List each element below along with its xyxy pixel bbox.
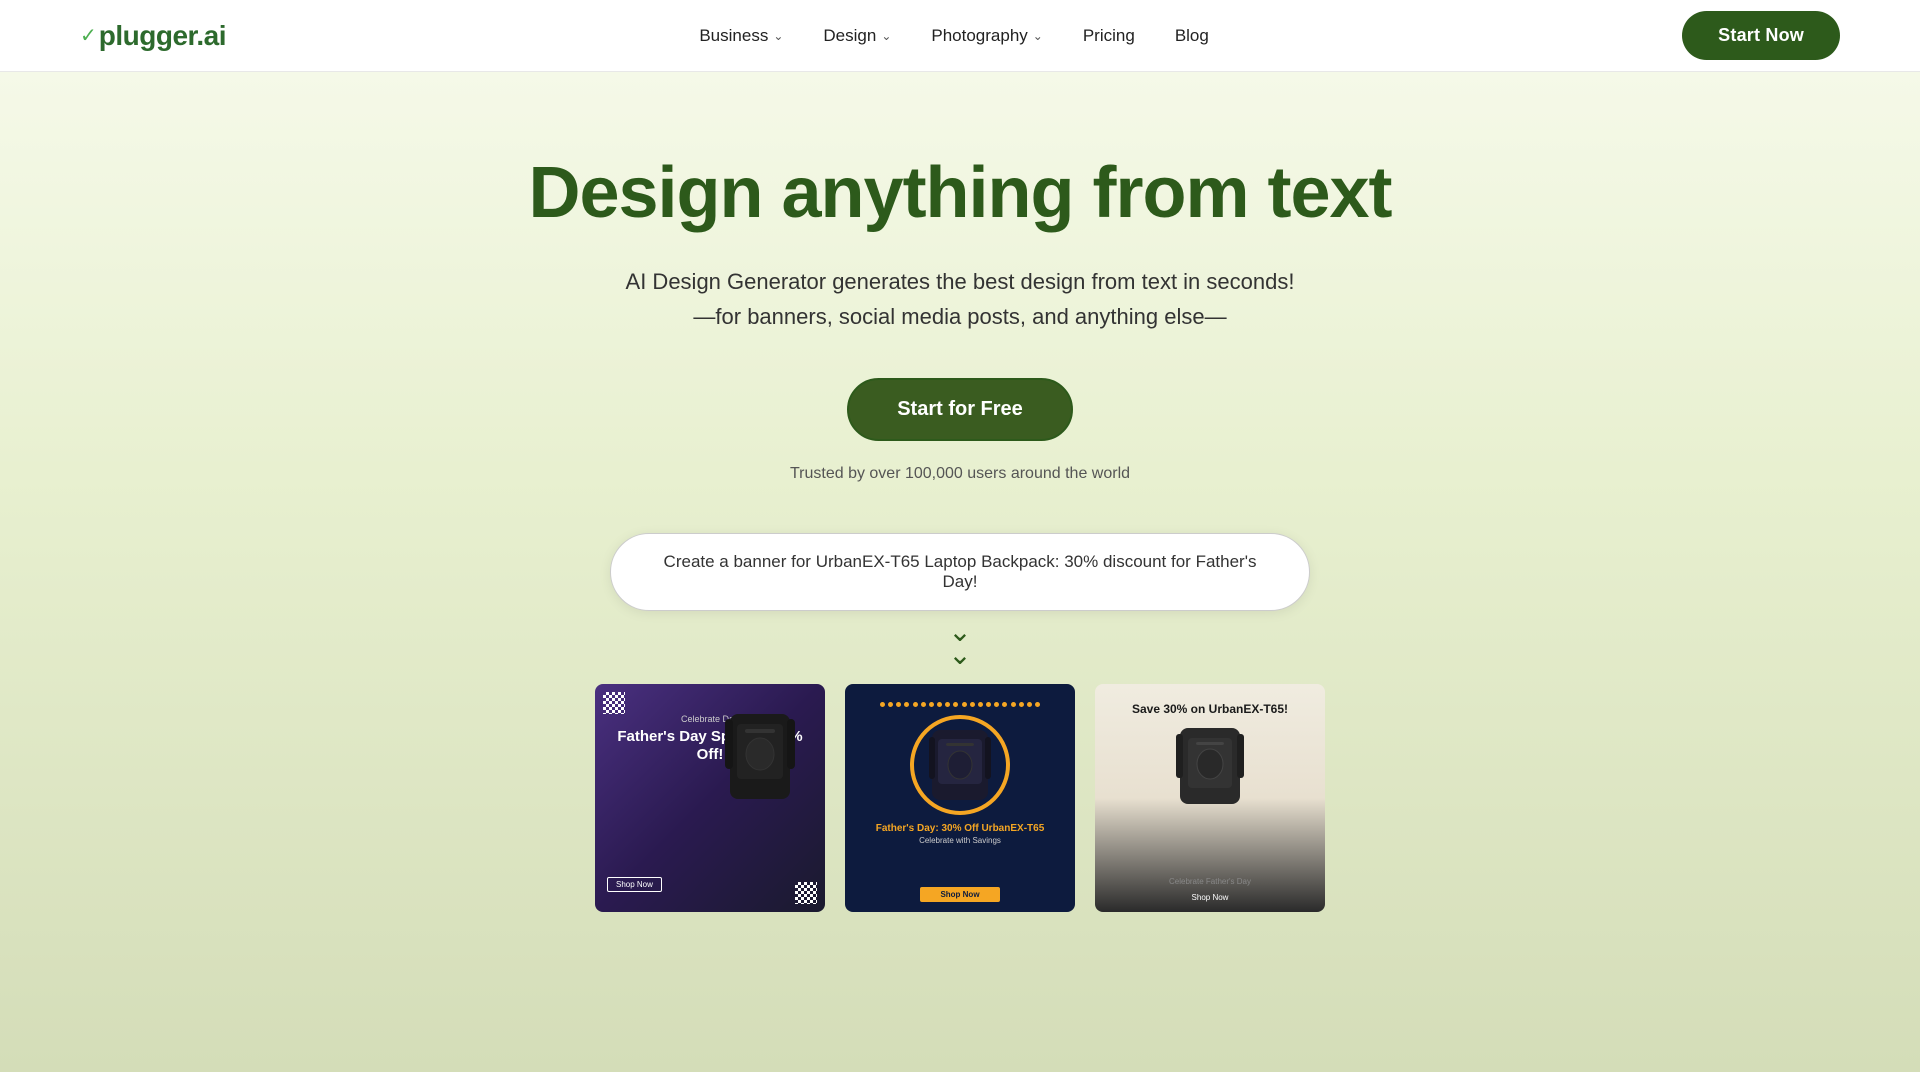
prompt-text: Create a banner for UrbanEX-T65 Laptop B… [610, 533, 1310, 611]
shop-now-label: Shop Now [607, 877, 662, 892]
dot [994, 702, 999, 707]
chevron-down-double-icon: ⌄⌄ [948, 621, 971, 666]
dot [896, 702, 901, 707]
backpack-image [715, 704, 815, 834]
celebrate-label: Celebrate Father's Day [1095, 877, 1325, 886]
nav-item-business[interactable]: Business ⌄ [699, 26, 783, 46]
corner-decoration-tl [603, 692, 625, 714]
dot [953, 702, 958, 707]
circle-highlight [910, 715, 1010, 815]
dots-decoration-top [880, 702, 1040, 707]
hero-title: Design anything from text [528, 152, 1391, 234]
backpack-image [1107, 720, 1313, 810]
arrow-down: ⌄⌄ [948, 621, 971, 666]
dot [1002, 702, 1007, 707]
banner-card-purple: Celebrate Dad Father's Day Special: 30% … [595, 684, 825, 912]
shop-now-label: Shop Now [1095, 893, 1325, 902]
hero-section: Design anything from text AI Design Gene… [0, 72, 1920, 1072]
card-title: Father's Day: 30% Off UrbanEX-T65 [876, 823, 1045, 834]
dot [1027, 702, 1032, 707]
prompt-container: Create a banner for UrbanEX-T65 Laptop B… [610, 533, 1310, 611]
trust-text: Trusted by over 100,000 users around the… [790, 465, 1130, 483]
dot [937, 702, 942, 707]
start-now-button[interactable]: Start Now [1682, 11, 1840, 60]
demo-section: Create a banner for UrbanEX-T65 Laptop B… [595, 533, 1325, 912]
banner-cards-row: Celebrate Dad Father's Day Special: 30% … [595, 684, 1325, 912]
backpack-svg [715, 704, 805, 814]
dot [970, 702, 975, 707]
start-for-free-button[interactable]: Start for Free [847, 378, 1073, 441]
corner-decoration-br [795, 882, 817, 904]
dot [913, 702, 918, 707]
dot [888, 702, 893, 707]
card-subtitle: Celebrate with Savings [919, 836, 1001, 845]
dot [962, 702, 967, 707]
dot [880, 702, 885, 707]
nav-item-design[interactable]: Design ⌄ [823, 26, 891, 46]
banner-card-navy: Father's Day: 30% Off UrbanEX-T65 Celebr… [845, 684, 1075, 912]
dot [1011, 702, 1016, 707]
card-title: Save 30% on UrbanEX-T65! [1107, 702, 1313, 716]
dot [1019, 702, 1024, 707]
logo[interactable]: ✓ plugger.ai [80, 20, 226, 52]
chevron-down-icon: ⌄ [1033, 29, 1043, 43]
nav-item-pricing[interactable]: Pricing [1083, 26, 1135, 46]
hero-subtitle: AI Design Generator generates the best d… [626, 264, 1295, 334]
logo-text: plugger.ai [99, 20, 226, 52]
dot [945, 702, 950, 707]
nav-item-photography[interactable]: Photography ⌄ [931, 26, 1042, 46]
dot [1035, 702, 1040, 707]
dot [904, 702, 909, 707]
chevron-down-icon: ⌄ [773, 29, 783, 43]
dot [921, 702, 926, 707]
backpack-svg-2 [924, 725, 996, 805]
navbar: ✓ plugger.ai Business ⌄ Design ⌄ Photogr… [0, 0, 1920, 72]
shop-now-label: Shop Now [920, 887, 999, 902]
dot [929, 702, 934, 707]
chevron-down-icon: ⌄ [881, 29, 891, 43]
dot [978, 702, 983, 707]
nav-links: Business ⌄ Design ⌄ Photography ⌄ Pricin… [699, 26, 1209, 46]
dot [986, 702, 991, 707]
logo-checkmark-icon: ✓ [80, 23, 97, 48]
backpack-svg-3 [1170, 720, 1250, 810]
nav-item-blog[interactable]: Blog [1175, 26, 1209, 46]
banner-card-light: Save 30% on UrbanEX-T65! Celebrate Fathe… [1095, 684, 1325, 912]
